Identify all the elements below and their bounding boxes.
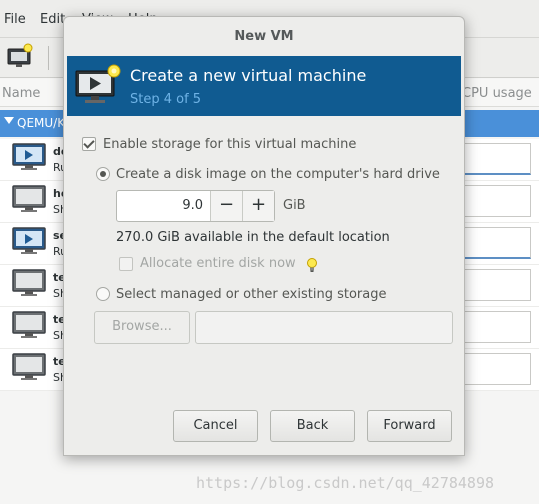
enable-storage-label[interactable]: Enable storage for this virtual machine [103, 137, 356, 152]
menu-file[interactable]: File [4, 12, 26, 27]
decrease-button[interactable]: − [210, 191, 242, 221]
browse-button[interactable]: Browse... [94, 311, 190, 344]
managed-storage-label[interactable]: Select managed or other existing storage [116, 287, 386, 302]
menu-edit[interactable]: Edit [40, 12, 65, 27]
create-disk-label[interactable]: Create a disk image on the computer's ha… [116, 167, 440, 182]
monitor-running-icon [12, 143, 46, 170]
disk-size-unit: GiB [283, 198, 306, 213]
column-name[interactable]: Name [2, 86, 40, 101]
expander-arrow-icon[interactable] [4, 117, 14, 124]
banner-title: Create a new virtual machine [130, 66, 367, 85]
create-disk-radio[interactable] [96, 167, 110, 181]
banner-step: Step 4 of 5 [130, 92, 202, 107]
cpu-usage-graph [461, 311, 531, 343]
monitor-off-icon [12, 269, 46, 296]
forward-button[interactable]: Forward [367, 410, 452, 442]
monitor-off-icon [12, 311, 46, 338]
disk-size-spinbutton[interactable]: 9.0 − + [116, 190, 275, 222]
available-space-text: 270.0 GiB available in the default locat… [116, 230, 390, 245]
column-usage[interactable]: CPU usage [462, 86, 532, 101]
watermark-text: https://blog.csdn.net/qq_42784898 [196, 474, 495, 492]
monitor-running-icon [12, 227, 46, 254]
increase-button[interactable]: + [242, 191, 274, 221]
managed-storage-radio[interactable] [96, 287, 110, 301]
wizard-banner: Create a new virtual machine Step 4 of 5 [67, 56, 461, 116]
cpu-usage-graph [461, 269, 531, 301]
monitor-off-icon [12, 185, 46, 212]
monitor-off-icon [12, 353, 46, 380]
dialog-title: New VM [234, 29, 294, 44]
enable-storage-checkbox[interactable] [82, 137, 96, 151]
cpu-usage-graph [461, 227, 531, 259]
cancel-button[interactable]: Cancel [173, 410, 258, 442]
toolbar-separator [48, 46, 49, 70]
new-vm-dialog: New VM Create a new virtual machine Step… [63, 16, 465, 456]
cpu-usage-graph [461, 185, 531, 217]
allocate-entire-checkbox[interactable] [119, 257, 133, 271]
storage-path-field[interactable] [195, 311, 453, 344]
disk-size-value[interactable]: 9.0 [117, 191, 209, 221]
lightbulb-icon [307, 258, 317, 272]
allocate-entire-label[interactable]: Allocate entire disk now [140, 256, 296, 271]
new-vm-icon[interactable] [7, 43, 33, 69]
cpu-usage-graph [461, 353, 531, 385]
cpu-usage-graph [461, 143, 531, 175]
back-button[interactable]: Back [270, 410, 355, 442]
new-vm-icon [75, 64, 121, 103]
